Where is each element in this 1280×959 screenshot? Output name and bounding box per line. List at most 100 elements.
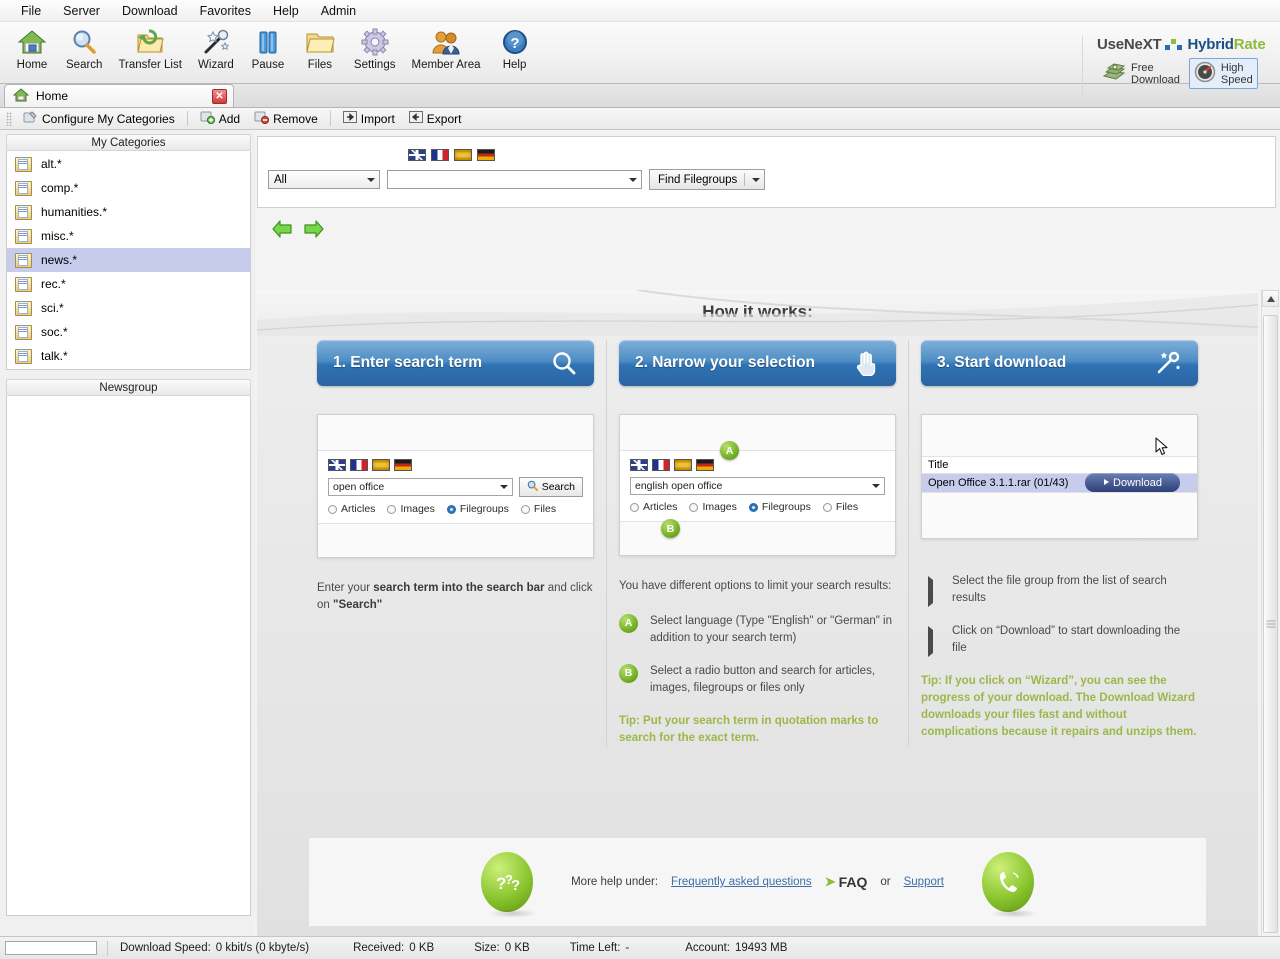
add-category-button[interactable]: Add [194,109,246,128]
home-icon [15,26,49,58]
faq-link[interactable]: Frequently asked questions [671,876,812,888]
menu-item-server[interactable]: Server [52,2,111,20]
mock-radio-group: Articles Images Filegroups Files [630,501,885,513]
download-button[interactable]: Download [1085,473,1180,492]
toolbar-label-member-area: Member Area [411,59,481,71]
flag-gb-icon[interactable] [630,459,648,471]
mock-search-button-label: Search [541,481,575,493]
toolbar-button-transfer-list[interactable]: Transfer List [110,24,189,71]
users-icon [429,26,463,58]
menu-item-admin[interactable]: Admin [310,2,367,20]
search-input[interactable] [387,170,642,189]
faq-badge[interactable]: ➤ FAQ [825,874,868,890]
desc-bold-1: search term into the search bar [373,582,545,594]
flag-es-icon[interactable] [674,459,692,471]
flag-es-icon[interactable] [454,149,472,161]
scroll-up-button[interactable] [1262,290,1279,307]
mock-radio-filegroups[interactable]: Filegroups [446,503,509,515]
sidebar-item-sci[interactable]: sci.* [7,296,250,320]
flag-gb-icon[interactable] [328,459,346,471]
menu-item-file[interactable]: File [10,2,52,20]
mock-radio-label: Articles [341,503,376,515]
toolbar-button-settings[interactable]: Settings [346,24,404,71]
mock-radio-files[interactable]: Files [520,503,556,515]
money-stack-icon [1102,62,1126,85]
flag-es-icon[interactable] [372,459,390,471]
sidebar-item-humanities[interactable]: humanities.* [7,200,250,224]
remove-category-button[interactable]: Remove [248,109,324,128]
menu-item-help[interactable]: Help [262,2,310,20]
mock-radio-articles[interactable]: Articles [328,503,375,515]
step-3-button[interactable]: 3. Start download [921,340,1198,386]
mock-toolbar-area [318,415,593,451]
sidebar-item-comp[interactable]: comp.* [7,176,250,200]
configure-my-categories-button[interactable]: Configure My Categories [17,109,181,128]
flag-de-icon[interactable] [696,459,714,471]
import-button[interactable]: Import [337,109,401,128]
step-2-button[interactable]: 2. Narrow your selection [619,340,896,386]
newsgroup-doc-icon [15,300,32,316]
mock-radio-label: Filegroups [761,501,811,513]
flag-de-icon[interactable] [477,149,495,161]
back-arrow-icon[interactable] [271,219,293,239]
sidebar-item-rec[interactable]: rec.* [7,272,250,296]
mock-search-button[interactable]: Search [518,477,583,497]
mock-radio-files[interactable]: Files [822,501,858,513]
how-it-works-columns: 1. Enter search term open office Search … [257,322,1258,747]
sidebar-item-soc[interactable]: soc.* [7,320,250,344]
support-link[interactable]: Support [904,876,944,888]
sidebar-item-alt[interactable]: alt.* [7,152,250,176]
step-column-2: 2. Narrow your selection english open of… [606,340,909,747]
sidebar-item-news[interactable]: news.* [7,248,250,272]
mock-radio-label: Images [400,503,435,515]
toolbar-button-search[interactable]: Search [58,24,110,71]
toolbar-button-help[interactable]: ? Help [489,24,541,71]
menu-item-favorites[interactable]: Favorites [189,2,262,20]
results-row[interactable]: Open Office 3.1.1.rar (01/43) Download [922,473,1197,492]
toolbar-grip[interactable] [6,111,12,126]
flag-fr-icon[interactable] [431,149,449,161]
step-1-button[interactable]: 1. Enter search term [317,340,594,386]
mock-search-input[interactable]: english open office [630,477,885,495]
close-icon[interactable]: ✕ [212,88,227,104]
language-flag-row [408,149,495,161]
forward-arrow-icon[interactable] [303,219,325,239]
step-column-3: 3. Start download Title Open Office 3.1.… [909,340,1210,747]
flag-de-icon[interactable] [394,459,412,471]
toolbar-button-home[interactable]: Home [6,24,58,71]
find-filegroups-button[interactable]: Find Filegroups [649,169,766,190]
toolbar-button-pause[interactable]: Pause [242,24,294,71]
mock-radio-images[interactable]: Images [689,501,737,513]
sidebar-item-misc[interactable]: misc.* [7,224,250,248]
magnifier-icon [67,26,101,58]
vertical-scrollbar[interactable] [1261,290,1279,958]
mock-radio-articles[interactable]: Articles [630,501,677,513]
mock-search-input[interactable]: open office [328,478,513,496]
help-links-row: More help under: Frequently asked questi… [571,874,944,890]
flag-fr-icon[interactable] [350,459,368,471]
mock-footer-area [318,523,593,557]
tab-home[interactable]: Home ✕ [4,84,234,107]
export-button[interactable]: Export [403,109,468,128]
high-speed-button[interactable]: High Speed [1188,58,1258,89]
magnifier-icon [527,480,538,494]
flag-fr-icon[interactable] [652,459,670,471]
mock-input-row: open office Search [328,477,583,497]
sidebar-item-talk[interactable]: talk.* [7,344,250,368]
content-area: All Find Filegroups How it works: 1. Ent… [255,130,1280,958]
mock-radio-filegroups[interactable]: Filegroups [748,501,811,513]
search-scope-select[interactable]: All [268,170,380,189]
step-2-bullets: A Select language (Type "English" or "Ge… [619,613,896,697]
newsgroup-list[interactable] [6,396,251,916]
menu-item-download[interactable]: Download [111,2,189,20]
free-download-button[interactable]: Free Download [1097,59,1185,89]
toolbar-button-wizard[interactable]: Wizard [190,24,242,71]
toolbar-button-files[interactable]: Files [294,24,346,71]
scrollbar-thumb[interactable] [1263,315,1278,933]
toolbar-button-member-area[interactable]: Member Area [403,24,488,71]
chevron-down-icon[interactable] [752,177,761,182]
mock-radio-images[interactable]: Images [387,503,435,515]
flag-gb-icon[interactable] [408,149,426,161]
magic-wand-icon [1154,349,1182,377]
mouse-cursor-icon [1155,437,1170,460]
